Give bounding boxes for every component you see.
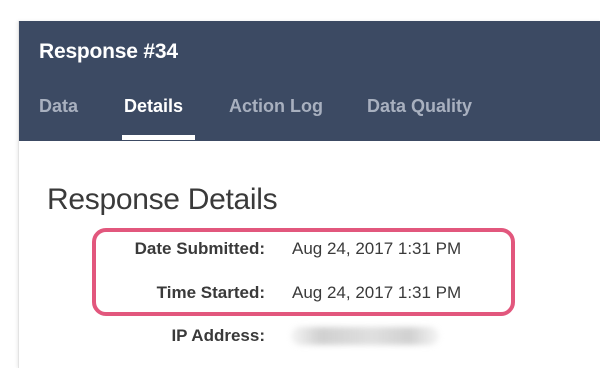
detail-label: Date Submitted: xyxy=(134,239,265,258)
tab-action-log[interactable]: Action Log xyxy=(229,96,323,117)
detail-label: Time Started: xyxy=(156,283,265,302)
detail-value: Aug 24, 2017 1:31 PM xyxy=(292,239,462,258)
detail-row-time-started: Time Started: Aug 24, 2017 1:31 PM xyxy=(19,283,600,313)
section-title: Response Details xyxy=(47,183,278,216)
tab-details[interactable]: Details xyxy=(124,96,183,117)
tab-data[interactable]: Data xyxy=(39,96,78,117)
detail-value: Aug 24, 2017 1:31 PM xyxy=(292,283,462,302)
blurred-ip-value xyxy=(291,327,439,345)
tab-data-quality[interactable]: Data Quality xyxy=(367,96,472,117)
detail-row-date-submitted: Date Submitted: Aug 24, 2017 1:31 PM xyxy=(19,239,600,269)
detail-label: IP Address: xyxy=(171,326,265,345)
tab-bar: Data Details Action Log Data Quality xyxy=(19,21,600,141)
active-tab-indicator xyxy=(122,135,195,140)
response-header: Response #34 Data Details Action Log Dat… xyxy=(19,21,600,141)
detail-row-ip-address: IP Address: xyxy=(19,326,600,356)
response-panel: Response #34 Data Details Action Log Dat… xyxy=(18,21,600,368)
